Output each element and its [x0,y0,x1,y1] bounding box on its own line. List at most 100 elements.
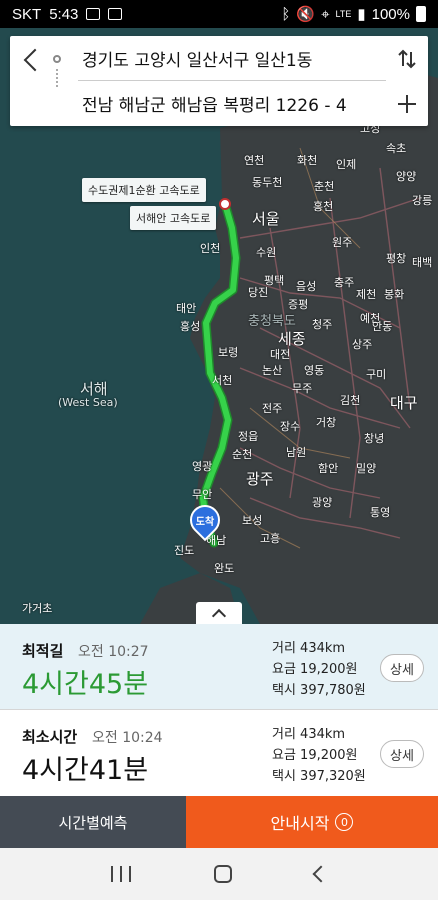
place-label: 당진 [248,286,269,299]
route-taxi-fare: 택시 397,780원 [272,683,366,698]
location-icon: ⌖ [321,5,330,23]
carrier-label: SKT [12,5,42,23]
route-search-card: 경기도 고양시 일산서구 일산1동 전남 해남군 해남읍 복평리 1226 - … [10,36,428,126]
mute-icon: 🔇 [296,6,316,23]
destination-pin-label: 도착 [195,517,215,528]
detail-button[interactable]: 상세 [380,740,424,768]
route-connector-icon [56,69,58,87]
place-label: 함안 [318,462,339,475]
route-toll: 요금 19,200원 [272,748,358,763]
route-title: 최적길 [22,642,64,660]
place-label: 진도 [174,544,195,557]
place-label: 논산 [262,364,283,377]
place-label: 대전 [270,348,291,361]
image-icon [108,8,123,20]
place-label: 홍성 [180,320,201,333]
place-label: 창녕 [364,432,385,445]
place-label: 완도 [214,562,235,575]
place-label: 서천 [212,374,233,387]
place-label: 홍천 [313,200,334,213]
place-label: 김천 [340,394,361,407]
back-icon[interactable] [312,865,330,883]
route-info: 거리 434km 요금 19,200원 택시 397,780원 [272,638,366,701]
sea-label-en: (West Sea) [58,396,118,409]
place-label: 장수 [280,420,301,433]
destination-pin[interactable]: 도착 [183,498,227,543]
place-label: 구미 [366,368,387,381]
region-label: 충청북도 [248,314,296,329]
place-label: 제천 [356,288,377,301]
route-option-fastest[interactable]: 최소시간 오전 10:24 4시간41분 거리 434km 요금 19,200원… [0,710,438,796]
route-eta: 오전 10:24 [92,730,163,746]
place-label: 화천 [297,154,318,167]
place-label: 정읍 [238,430,259,443]
route-eta: 오전 10:27 [78,644,149,660]
place-label: 청주 [312,318,333,331]
place-label: 예천 [360,312,381,325]
route-toll: 요금 19,200원 [272,662,358,677]
destination-marker-icon [50,90,63,106]
route-duration: 4시간41분 [22,755,149,786]
road-tag-west-coast[interactable]: 서해안 고속도로 [130,206,217,230]
place-label: 상주 [352,338,373,351]
time-forecast-button[interactable]: 시간별예측 [0,796,186,848]
origin-field[interactable]: 경기도 고양시 일산서구 일산1동 [82,46,312,71]
expand-sheet-handle[interactable] [196,602,242,624]
place-label: 광주 [246,470,274,488]
place-label: 양양 [396,170,417,183]
place-label: 원주 [332,236,353,249]
route-option-optimal[interactable]: 최적길 오전 10:27 4시간45분 거리 434km 요금 19,200원 … [0,624,438,710]
countdown-badge: 0 [335,813,354,831]
place-label: 서울 [252,210,280,228]
bluetooth-icon: ᛒ [281,5,291,23]
place-label: 춘천 [314,180,335,193]
route-title: 최소시간 [22,728,78,746]
home-icon[interactable] [213,865,232,883]
place-label: 전주 [262,402,283,415]
place-label: 수원 [256,246,277,259]
back-button[interactable] [16,42,48,78]
place-label: 영광 [192,460,213,473]
place-label: 태안 [176,302,197,315]
place-label: 보성 [242,514,263,527]
recent-apps-icon[interactable] [111,866,132,882]
route-distance: 거리 434km [272,641,346,656]
route-info: 거리 434km 요금 19,200원 택시 397,320원 [272,724,366,787]
action-bar: 시간별예측 안내시작 0 [0,796,438,848]
place-label: 인천 [200,242,221,255]
place-label: 순천 [232,448,253,461]
clock: 5:43 [49,5,79,23]
route-taxi-fare: 택시 397,320원 [272,769,366,784]
road-tag-capital-ring[interactable]: 수도권제1순환 고속도로 [82,178,206,202]
detail-button[interactable]: 상세 [380,654,424,682]
place-label: 광양 [312,496,333,509]
place-label: 충주 [334,276,355,289]
place-label: 영동 [304,364,325,377]
route-distance: 거리 434km [272,727,346,742]
place-label: 동두천 [252,176,283,189]
place-label: 밀양 [356,462,377,475]
start-guidance-button[interactable]: 안내시작 0 [186,796,438,848]
route-duration: 4시간45분 [22,669,149,700]
place-label: 거창 [316,416,337,429]
place-label: 고흥 [260,532,281,545]
place-label: 속초 [386,142,407,155]
place-label: 봉화 [384,288,405,301]
origin-dot-icon [53,55,61,63]
place-label: 무주 [292,382,313,395]
start-guidance-label: 안내시작 [270,814,330,833]
field-divider [78,80,386,81]
place-label: 보령 [218,346,239,359]
system-nav-bar [0,848,438,900]
add-waypoint-icon[interactable] [396,93,418,115]
place-label: 태백 [412,256,433,269]
swap-route-icon[interactable] [396,48,418,70]
place-label: 음성 [296,280,317,293]
mail-icon [86,8,101,20]
place-label: 연천 [244,154,265,167]
place-label: 강릉 [412,194,433,207]
destination-field[interactable]: 전남 해남군 해남읍 복평리 1226 - 4 [82,91,347,116]
place-label: 대구 [390,394,418,412]
place-label: 가거초 [22,602,53,615]
place-label: 남원 [286,446,307,459]
